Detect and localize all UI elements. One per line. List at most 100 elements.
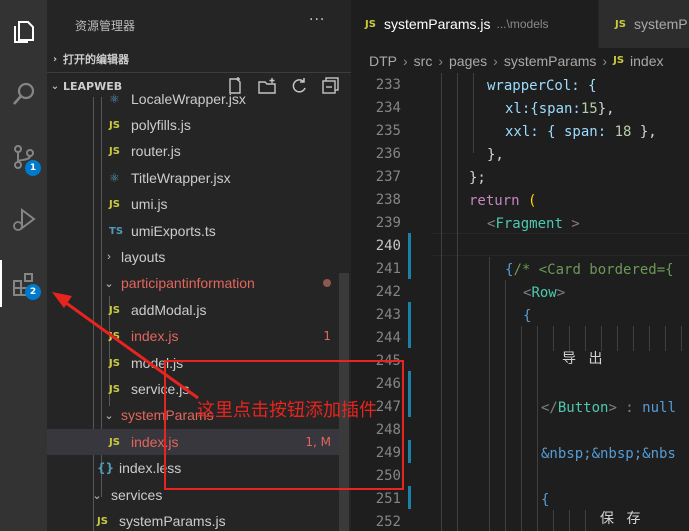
js-file-icon: JS: [109, 436, 120, 448]
indent-guide: [585, 510, 586, 531]
open-editors-label: 打开的编辑器: [63, 53, 129, 66]
indent-guide: [457, 73, 458, 531]
line-number: 236: [375, 146, 401, 162]
indent-guide: [441, 73, 442, 531]
git-change-marker: [408, 256, 411, 279]
tree-item-router[interactable]: JS router.js: [47, 138, 339, 164]
line-number: 234: [375, 100, 401, 116]
less-file-icon: {}: [97, 461, 115, 475]
code-line-241: {/* <Card bordered={: [505, 262, 674, 278]
code-view[interactable]: wrapperCol: { xl:{span:15}, xxl: { span:…: [433, 73, 689, 531]
js-file-icon: JS: [613, 55, 625, 66]
code-line-235: xxl: { span: 18 },: [505, 124, 657, 140]
source-control-icon[interactable]: 1: [0, 133, 47, 180]
code-line-236: },: [487, 147, 504, 163]
git-change-marker: [408, 233, 411, 256]
file-name: TitleWrapper.jsx: [131, 170, 231, 186]
tab-label: systemParams.js: [383, 16, 491, 32]
extensions-icon[interactable]: 2: [0, 260, 47, 307]
breadcrumb: DTP › src › pages › systemParams › JS index: [369, 52, 664, 69]
line-number: 237: [375, 169, 401, 185]
folder-name: services: [111, 487, 163, 503]
folder-name: layouts: [121, 249, 166, 265]
js-file-icon: JS: [109, 198, 120, 210]
breadcrumb-item[interactable]: systemParams: [504, 53, 597, 69]
search-icon[interactable]: [0, 70, 47, 117]
ts-file-icon: TS: [109, 225, 124, 237]
react-file-icon: ⚛: [109, 92, 120, 106]
indent-guide: [489, 257, 490, 531]
code-line-248: &nbsp;&nbsp;&nbs: [541, 446, 676, 462]
chevron-down-icon: ⌄: [104, 277, 114, 290]
modified-dot-icon: [323, 279, 331, 287]
explorer-title: 资源管理器: [75, 19, 136, 33]
js-file-icon: JS: [109, 304, 120, 316]
file-name: addModal.js: [131, 302, 207, 318]
indent-guide: [569, 510, 570, 531]
tree-item-localewrapper[interactable]: ⚛ LocaleWrapper.jsx: [47, 86, 339, 112]
line-number: 251: [375, 491, 401, 507]
js-file-icon: JS: [109, 383, 120, 395]
indent-guide: [553, 510, 554, 531]
chevron-right-icon: ›: [107, 251, 111, 263]
file-name: polyfills.js: [131, 117, 191, 133]
scm-badge: 1: [25, 160, 41, 176]
tab-systemparams-models[interactable]: JS systemParams.js ...\models: [351, 0, 598, 48]
breadcrumb-item[interactable]: src: [414, 53, 433, 69]
chevron-right-icon: ›: [52, 53, 58, 65]
breadcrumb-item[interactable]: index: [630, 53, 663, 69]
js-file-icon: JS: [109, 119, 120, 131]
breadcrumb-item[interactable]: DTP: [369, 53, 397, 69]
line-number: 239: [375, 215, 401, 231]
code-line-237: };: [469, 170, 486, 186]
tree-item-umi[interactable]: JS umi.js: [47, 191, 339, 217]
line-number: 243: [375, 307, 401, 323]
tree-item-index-participant[interactable]: JS index.js 1: [47, 323, 339, 349]
chevron-down-icon: ⌄: [92, 489, 102, 502]
tree-item-umiexports[interactable]: TS umiExports.ts: [47, 218, 339, 244]
indent-guide: [553, 326, 554, 351]
tree-item-polyfills[interactable]: JS polyfills.js: [47, 112, 339, 138]
section-divider: [47, 72, 351, 73]
line-number: 233: [375, 77, 401, 93]
explorer-icon[interactable]: [0, 8, 47, 55]
tree-item-titlewrapper[interactable]: ⚛ TitleWrapper.jsx: [47, 165, 339, 191]
open-editors-section[interactable]: › 打开的编辑器: [47, 48, 351, 70]
tree-item-addmodal[interactable]: JS addModal.js: [47, 297, 339, 323]
editor-tabs: JS systemParams.js ...\models JS systemP: [351, 0, 689, 48]
tree-folder-layouts[interactable]: › layouts: [47, 244, 339, 270]
indent-guide: [633, 326, 634, 351]
indent-guide: [473, 73, 474, 153]
react-file-icon: ⚛: [109, 171, 120, 185]
git-change-marker: [408, 371, 411, 417]
code-line-246: </Button> : null: [541, 400, 676, 416]
js-file-icon: JS: [109, 330, 120, 342]
more-actions-icon[interactable]: ···: [309, 12, 325, 28]
git-change-marker: [408, 302, 411, 348]
chevron-down-icon: ⌄: [104, 409, 114, 422]
indent-guide: [537, 326, 538, 531]
file-name: umi.js: [131, 196, 168, 212]
code-line-243: {: [523, 308, 532, 324]
git-change-marker: [408, 486, 411, 509]
line-number: 241: [375, 261, 401, 277]
indent-guide: [505, 280, 506, 531]
file-name: LocaleWrapper.jsx: [131, 91, 246, 107]
file-name: index.js: [131, 328, 179, 344]
js-file-icon: JS: [109, 357, 120, 369]
code-line-233: wrapperCol: {: [487, 78, 597, 94]
save-label: 保 存: [600, 511, 645, 527]
tree-folder-participantinformation[interactable]: ⌄ participantinformation: [47, 270, 339, 296]
file-name: umiExports.ts: [131, 223, 216, 239]
git-change-marker: [408, 440, 411, 463]
file-name: router.js: [131, 143, 181, 159]
tab-systemparams[interactable]: JS systemP: [599, 0, 689, 48]
tab-path: ...\models: [496, 17, 549, 31]
js-file-icon: JS: [109, 145, 120, 157]
line-number: 235: [375, 123, 401, 139]
line-number: 242: [375, 284, 401, 300]
code-line-234: xl:{span:15},: [505, 101, 615, 117]
run-debug-icon[interactable]: [0, 195, 47, 242]
tree-item-systemparams-service[interactable]: JS systemParams.js: [47, 508, 339, 531]
breadcrumb-item[interactable]: pages: [449, 53, 487, 69]
